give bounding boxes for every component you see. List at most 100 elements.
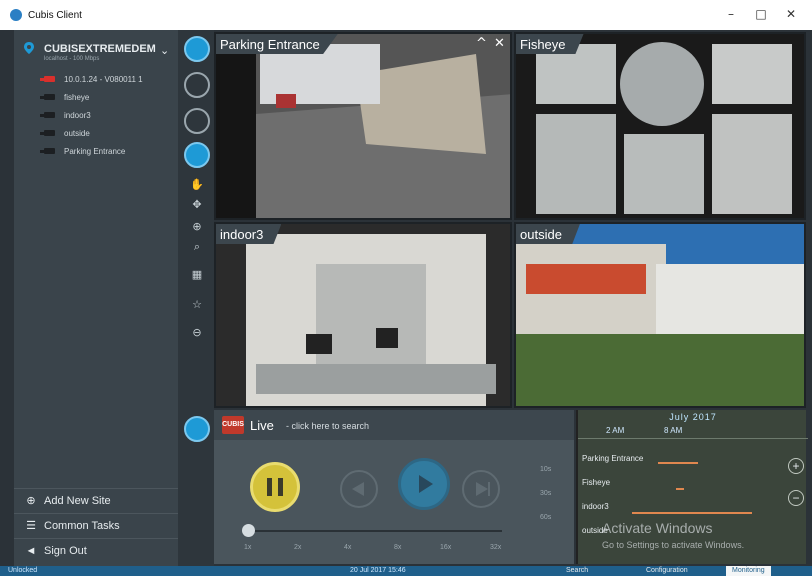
tile-title: Parking Entrance — [216, 34, 338, 54]
speed-label: 8x — [394, 544, 402, 551]
camera-item[interactable]: 10.0.1.24 - V080011 1 — [40, 72, 176, 88]
timeline-bar — [676, 488, 684, 490]
forward-icon — [476, 482, 490, 496]
activation-watermark-sub: Go to Settings to activate Windows. — [602, 540, 745, 550]
camera-label: Parking Entrance — [64, 147, 126, 156]
camera-icon — [40, 112, 55, 118]
site-connection: localhost - 100 Mbps — [44, 56, 100, 62]
jump-label[interactable]: 30s — [540, 490, 551, 497]
minimize-button[interactable]: – — [722, 7, 740, 23]
live-play-button[interactable] — [184, 416, 210, 442]
pause-icon — [267, 478, 283, 496]
site-header[interactable]: CUBISEXTREMEDEM localhost - 100 Mbps ⌄ — [14, 36, 178, 66]
timeline-row-label[interactable]: Fisheye — [582, 478, 610, 487]
video-tile-indoor[interactable]: indoor3 — [214, 222, 512, 408]
camera-icon — [40, 94, 55, 100]
live-panel: CUBIS Live - click here to search 10s 30… — [214, 410, 574, 564]
jump-label[interactable]: 60s — [540, 514, 551, 521]
ptz-icon[interactable]: ⊕ — [190, 220, 204, 234]
video-tile-parking[interactable]: Parking Entrance ^ ✕ — [214, 32, 512, 220]
camera-item[interactable]: outside — [40, 126, 176, 142]
search-hint[interactable]: - click here to search — [286, 421, 369, 431]
live-header[interactable]: CUBIS Live - click here to search — [214, 410, 574, 440]
play-button[interactable] — [398, 458, 450, 510]
grid-view-button[interactable] — [184, 142, 210, 168]
add-site-label: Add New Site — [44, 495, 111, 507]
alert-button[interactable] — [184, 108, 210, 134]
status-bar: Unlocked 20 Jul 2017 15:46 Search Config… — [0, 566, 812, 576]
speed-label: 4x — [344, 544, 352, 551]
zoom-in-icon[interactable]: + — [788, 458, 804, 474]
rewind-button[interactable] — [340, 470, 378, 508]
add-site-button[interactable]: ⊕ Add New Site — [14, 488, 178, 512]
tile-title: Fisheye — [516, 34, 584, 54]
sign-out-button[interactable]: ◄ Sign Out — [14, 538, 178, 562]
video-tile-fisheye[interactable]: Fisheye — [514, 32, 806, 220]
status-center: 20 Jul 2017 15:46 — [350, 567, 406, 574]
play-icon — [419, 475, 433, 493]
common-tasks-label: Common Tasks — [44, 520, 120, 532]
timeline-time: 8 AM — [664, 426, 683, 435]
timeline-panel: July 2017 2 AM 8 AM Parking Entrance Fis… — [576, 410, 808, 564]
move-icon[interactable]: ✥ — [190, 198, 204, 212]
tab-monitoring[interactable]: Monitoring — [726, 566, 771, 576]
app-logo-icon — [10, 9, 22, 21]
camera-label: 10.0.1.24 - V080011 1 — [64, 75, 143, 84]
timeline-row-label[interactable]: Parking Entrance — [582, 454, 643, 463]
camera-icon — [40, 76, 55, 82]
layout-icon[interactable]: ▦ — [190, 268, 204, 282]
close-button[interactable]: ✕ — [782, 7, 800, 23]
tool-column: ✋ ✥ ⊕ ⌕ ▦ ☆ ⊖ — [178, 30, 214, 566]
zoom-icon[interactable]: ⌕ — [190, 240, 204, 254]
camera-icon — [40, 148, 55, 154]
camera-item[interactable]: fisheye — [40, 90, 176, 106]
speed-slider-handle[interactable] — [242, 524, 255, 537]
chevron-down-icon[interactable]: ⌄ — [160, 44, 169, 57]
menu-icon: ☰ — [26, 520, 36, 532]
hand-icon[interactable]: ✋ — [190, 178, 204, 192]
timeline-bar — [658, 462, 698, 464]
speed-label: 32x — [490, 544, 502, 551]
cubis-logo: CUBIS — [222, 416, 244, 434]
camera-icon — [40, 130, 55, 136]
tile-close-icon[interactable]: ✕ — [494, 36, 505, 51]
common-tasks-button[interactable]: ☰ Common Tasks — [14, 513, 178, 537]
timeline-time: 2 AM — [606, 426, 625, 435]
timeline-row-label[interactable]: indoor3 — [582, 502, 609, 511]
sequence-button[interactable] — [184, 72, 210, 98]
star-icon[interactable]: ☆ — [190, 298, 204, 312]
video-tile-outside[interactable]: outside — [514, 222, 806, 408]
camera-item[interactable]: Parking Entrance — [40, 144, 176, 160]
timeline-month: July 2017 — [669, 412, 717, 422]
outside-feed-image — [516, 224, 804, 406]
activation-watermark: Activate Windows — [602, 520, 713, 536]
indoor-feed-image — [216, 224, 510, 406]
forward-button[interactable] — [462, 470, 500, 508]
pause-button[interactable] — [250, 462, 300, 512]
jump-label[interactable]: 10s — [540, 466, 551, 473]
view-layout-button[interactable] — [184, 36, 210, 62]
tile-title: indoor3 — [216, 224, 282, 244]
sign-out-label: Sign Out — [44, 545, 87, 557]
collapse-icon[interactable]: ^ — [476, 36, 487, 51]
timeline-bar — [632, 512, 752, 514]
add-site-icon: ⊕ — [26, 495, 36, 507]
zoom-out-icon[interactable]: − — [788, 490, 804, 506]
status-left: Unlocked — [8, 567, 38, 574]
speed-label: 16x — [440, 544, 452, 551]
tab-search[interactable]: Search — [560, 566, 594, 576]
speed-slider-track[interactable] — [248, 530, 502, 532]
maximize-button[interactable]: □ — [752, 7, 770, 23]
tile-title: outside — [516, 224, 580, 244]
sidebar: CUBISEXTREMEDEM localhost - 100 Mbps ⌄ 1… — [14, 30, 178, 566]
camera-item[interactable]: indoor3 — [40, 108, 176, 124]
window-title: Cubis Client — [28, 10, 82, 21]
title-bar: Cubis Client – □ ✕ — [0, 0, 812, 30]
preset-icon[interactable]: ⊖ — [190, 326, 204, 340]
sign-out-icon: ◄ — [25, 545, 37, 557]
rewind-icon — [352, 482, 364, 496]
fisheye-feed-image — [516, 34, 804, 218]
camera-label: outside — [64, 129, 90, 138]
tab-configuration[interactable]: Configuration — [640, 566, 694, 576]
parking-feed-image — [216, 34, 510, 218]
